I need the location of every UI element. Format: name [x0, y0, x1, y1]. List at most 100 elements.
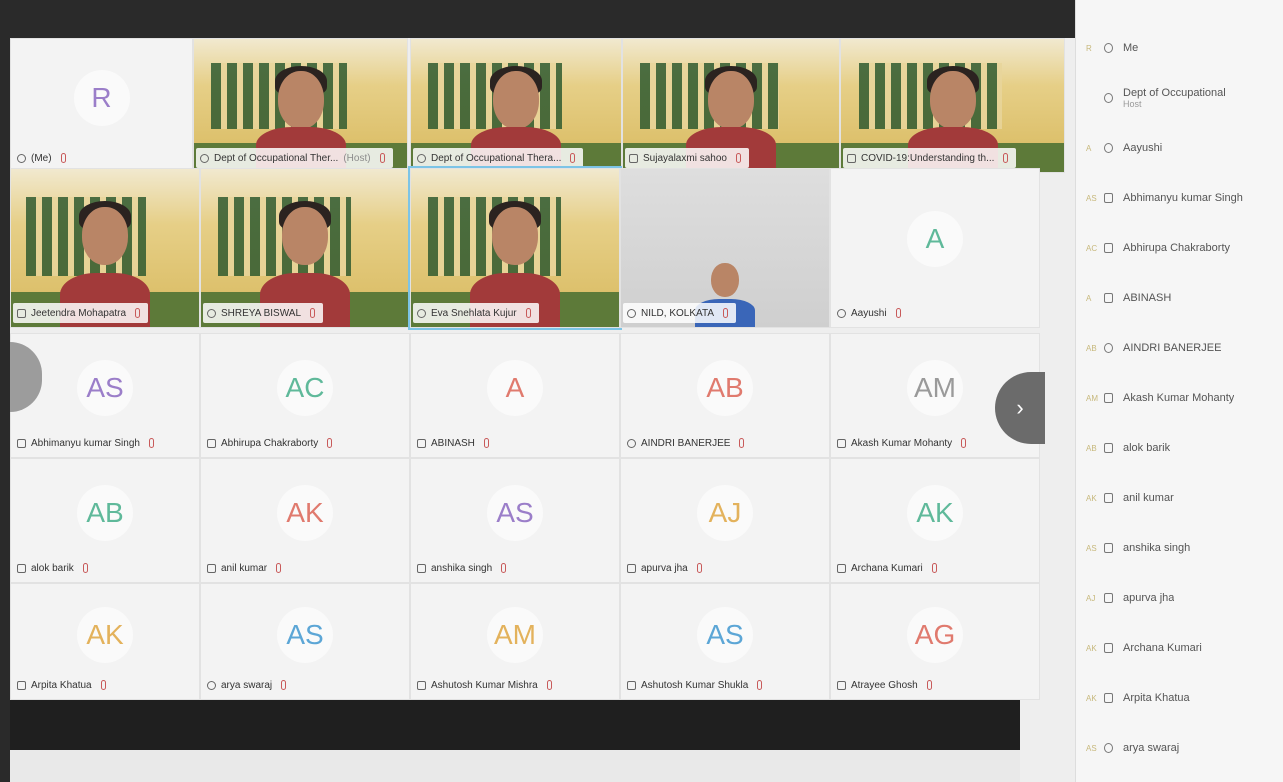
- participant-name-tag: Ashutosh Kumar Shukla: [623, 675, 770, 695]
- participant-avatar: AK: [907, 485, 963, 542]
- participant-list-name: Arpita Khatua: [1123, 692, 1190, 704]
- participant-avatar: AC: [277, 360, 333, 417]
- participant-name-tag: Sujayalaxmi sahoo: [625, 148, 749, 168]
- participant-tile[interactable]: A ABINASH: [410, 333, 620, 458]
- participant-list-item[interactable]: AK Arpita Khatua: [1076, 678, 1283, 718]
- phone-icon: [17, 438, 26, 448]
- participant-list-name: alok barik: [1123, 442, 1170, 454]
- mic-muted-icon: [135, 308, 141, 318]
- participant-avatar: AS: [697, 606, 753, 663]
- participant-list-item[interactable]: A Aayushi: [1076, 128, 1283, 168]
- phone-icon: [1104, 643, 1113, 653]
- participant-list-item[interactable]: AM Akash Kumar Mohanty: [1076, 378, 1283, 418]
- phone-icon: [1104, 443, 1113, 453]
- phone-icon: [629, 153, 638, 163]
- participant-tile[interactable]: COVID-19:Understanding th...: [840, 38, 1065, 173]
- participant-list-item[interactable]: Dept of Occupational Host: [1076, 78, 1283, 118]
- participant-avatar: AG: [907, 606, 963, 663]
- participant-tile[interactable]: AG Atrayee Ghosh: [830, 583, 1040, 700]
- participant-avatar: AB: [77, 485, 133, 542]
- participant-name: Archana Kumari: [851, 562, 923, 574]
- participant-list-name-text: ABINASH: [1123, 292, 1172, 304]
- participant-tile[interactable]: AS anshika singh: [410, 458, 620, 583]
- participants-panel: R Me Dept of Occupational Host A Aayushi AS Abh…: [1075, 0, 1283, 782]
- participant-list-item[interactable]: AS arya swaraj: [1076, 728, 1283, 768]
- participant-list-name-text: Akash Kumar Mohanty: [1123, 392, 1235, 404]
- participant-list-item[interactable]: AK anil kumar: [1076, 478, 1283, 518]
- mic-muted-icon: [525, 308, 531, 318]
- participant-avatar: AM: [487, 606, 543, 663]
- participant-tile[interactable]: Dept of Occupational Ther... (Host): [193, 38, 408, 173]
- web-icon: [837, 308, 846, 318]
- participant-tile[interactable]: AM Ashutosh Kumar Mishra: [410, 583, 620, 700]
- participant-list-name-text: Me: [1123, 42, 1139, 54]
- participant-list-name: Akash Kumar Mohanty: [1123, 392, 1234, 404]
- participant-name: anil kumar: [221, 562, 268, 574]
- participant-name-tag: COVID-19:Understanding th...: [843, 148, 1017, 168]
- participant-list-item[interactable]: A ABINASH: [1076, 278, 1283, 318]
- participant-tile[interactable]: AS Ashutosh Kumar Shukla: [620, 583, 830, 700]
- participant-tile[interactable]: AJ apurva jha: [620, 458, 830, 583]
- participant-tile[interactable]: AC Abhirupa Chakraborty: [200, 333, 410, 458]
- screen-bottom-strip: [10, 750, 1020, 782]
- participant-name: Eva Snehlata Kujur: [431, 307, 517, 319]
- web-icon: [207, 308, 216, 318]
- participant-tile[interactable]: Eva Snehlata Kujur: [408, 166, 622, 330]
- participant-list-avatar: AS: [1086, 543, 1097, 553]
- participant-tile[interactable]: R (Me): [10, 38, 193, 173]
- participant-list-item[interactable]: AS Abhimanyu kumar Singh: [1076, 178, 1283, 218]
- mic-muted-icon: [379, 153, 385, 163]
- participant-avatar: AJ: [697, 485, 753, 542]
- participant-name: alok barik: [31, 562, 74, 574]
- participant-list-name-text: arya swaraj: [1123, 742, 1180, 754]
- participant-tile[interactable]: SHREYA BISWAL: [200, 168, 410, 328]
- participant-tile[interactable]: AK anil kumar: [200, 458, 410, 583]
- participant-tile[interactable]: AK Archana Kumari: [830, 458, 1040, 583]
- participant-name-tag: AINDRI BANERJEE: [623, 433, 752, 453]
- participant-avatar: R: [73, 69, 130, 126]
- participant-list-item[interactable]: AK Archana Kumari: [1076, 628, 1283, 668]
- web-icon: [627, 438, 636, 448]
- participant-name: NILD, KOLKATA: [641, 307, 714, 319]
- participant-list-name: anil kumar: [1123, 492, 1174, 504]
- participant-list-item[interactable]: AS anshika singh: [1076, 528, 1283, 568]
- web-icon: [1104, 343, 1113, 353]
- participant-name-tag: Archana Kumari: [833, 558, 945, 578]
- web-icon: [1104, 143, 1113, 153]
- mic-muted-icon: [82, 563, 88, 573]
- participant-tile[interactable]: Sujayalaxmi sahoo: [622, 38, 840, 173]
- web-icon: [417, 308, 426, 318]
- participant-list-item[interactable]: AC Abhirupa Chakraborty: [1076, 228, 1283, 268]
- participant-tile[interactable]: AB alok barik: [10, 458, 200, 583]
- participant-list-avatar: R: [1086, 43, 1092, 53]
- participant-tile[interactable]: Jeetendra Mohapatra: [10, 168, 200, 328]
- participant-list-name: ABINASH: [1123, 292, 1171, 304]
- participant-list-item[interactable]: AB AINDRI BANERJEE: [1076, 328, 1283, 368]
- participant-tile[interactable]: NILD, KOLKATA: [620, 168, 830, 328]
- participant-list-name: Abhirupa Chakraborty: [1123, 242, 1230, 254]
- participant-tile[interactable]: AS arya swaraj: [200, 583, 410, 700]
- phone-icon: [1104, 493, 1113, 503]
- participant-name: Abhirupa Chakraborty: [221, 437, 319, 449]
- phone-icon: [1104, 543, 1113, 553]
- participant-tile[interactable]: AS Abhimanyu kumar Singh: [10, 333, 200, 458]
- participant-list-avatar: AM: [1086, 393, 1098, 403]
- monitor-bezel-top: [0, 0, 1075, 38]
- participant-list-item[interactable]: AB alok barik: [1076, 428, 1283, 468]
- participant-list-item[interactable]: AJ apurva jha: [1076, 578, 1283, 618]
- web-icon: [207, 680, 216, 690]
- participant-tile[interactable]: AB AINDRI BANERJEE: [620, 333, 830, 458]
- participant-avatar: AM: [907, 360, 963, 417]
- participant-list-item[interactable]: R Me: [1076, 28, 1283, 68]
- monitor-bezel-left: [0, 0, 10, 782]
- participant-tile[interactable]: Dept of Occupational Thera...: [410, 38, 622, 173]
- participant-name: Atrayee Ghosh: [851, 679, 918, 691]
- participant-tile[interactable]: A Aayushi: [830, 168, 1040, 328]
- meeting-screen: R (Me) Dept of Occupational Ther... (Host) D…: [0, 0, 1283, 782]
- mic-muted-icon: [931, 563, 937, 573]
- participant-name-tag: Abhirupa Chakraborty: [203, 433, 340, 453]
- participant-name-tag: Arpita Khatua: [13, 675, 114, 695]
- web-icon: [417, 153, 426, 163]
- participant-tile[interactable]: AK Arpita Khatua: [10, 583, 200, 700]
- mic-muted-icon: [281, 680, 287, 690]
